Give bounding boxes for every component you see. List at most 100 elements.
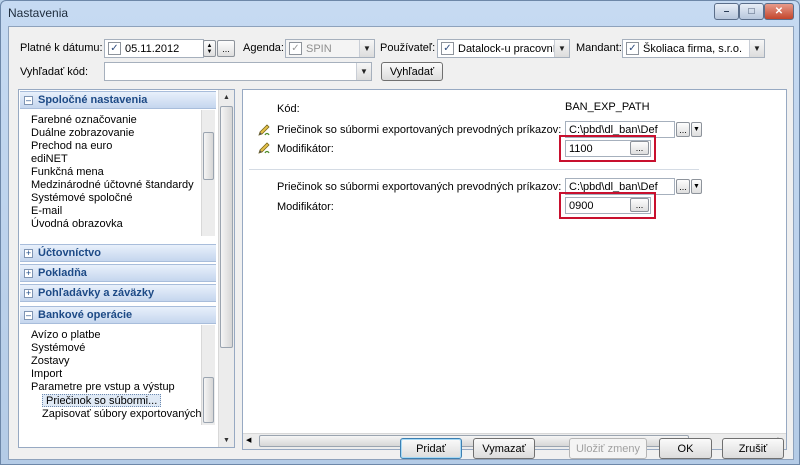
mandant-checkbox[interactable]: ✓	[626, 42, 639, 55]
section-receivables[interactable]: + Pohľadávky a záväzky	[20, 284, 216, 302]
common-list-scrollbar[interactable]	[201, 110, 215, 236]
edit-pencil-icon	[258, 142, 270, 154]
list-item[interactable]: Systémové	[31, 342, 85, 355]
scroll-left-icon[interactable]: ◀	[246, 436, 251, 444]
maximize-button[interactable]: □	[739, 3, 764, 20]
mandant-value: Školiaca firma, s.r.o.	[643, 42, 743, 55]
title-bar: Nastavenia – □ ✕	[1, 1, 799, 25]
user-value: Datalock-u pracovník	[458, 42, 562, 55]
spin-down-icon: ▼	[206, 48, 213, 55]
list-item[interactable]: ediNET	[31, 153, 68, 166]
settings-window: Nastavenia – □ ✕ Platné k dátumu: ✓ 05.1…	[0, 0, 800, 465]
settings-tree: – Spoločné nastavenia Farebné označovani…	[18, 89, 235, 448]
search-code-label: Vyhľadať kód:	[20, 66, 89, 78]
scroll-up-icon[interactable]: ▲	[219, 90, 234, 104]
tree-scrollbar[interactable]: ▲ ▼	[218, 90, 234, 447]
list-item[interactable]: Import	[31, 368, 62, 381]
section-label: Pokladňa	[38, 267, 87, 279]
user-checkbox[interactable]: ✓	[441, 42, 454, 55]
mandant-dropdown[interactable]: ✓ Školiaca firma, s.r.o. ▼	[622, 39, 765, 58]
chevron-down-icon: ▼	[693, 126, 700, 133]
list-item[interactable]: Funkčná mena	[31, 166, 104, 179]
collapse-icon: –	[24, 95, 33, 105]
valid-date-field[interactable]: ✓ 05.11.2012	[104, 39, 204, 58]
section-label: Bankové operácie	[38, 309, 133, 321]
list-item[interactable]: Úvodná obrazovka	[31, 218, 123, 231]
list-item[interactable]: E-mail	[31, 205, 62, 218]
section-common[interactable]: – Spoločné nastavenia	[20, 91, 216, 109]
expand-icon: +	[24, 248, 33, 258]
folder-browse-button[interactable]: ...	[676, 122, 690, 137]
list-item[interactable]: Duálne zobrazovanie	[31, 127, 134, 140]
section-accounting[interactable]: + Účtovníctvo	[20, 244, 216, 262]
scroll-down-icon[interactable]: ▼	[219, 433, 234, 447]
ellipsis-icon: ...	[222, 43, 230, 54]
agenda-value: SPIN	[306, 42, 332, 55]
chevron-down-icon: ▼	[554, 40, 569, 57]
minimize-icon: –	[723, 6, 730, 17]
section-label: Pohľadávky a záväzky	[38, 287, 155, 299]
valid-date-checkbox[interactable]: ✓	[108, 42, 121, 55]
close-icon: ✕	[774, 6, 784, 17]
maximize-icon: □	[748, 6, 755, 17]
folder-label: Priečinok so súbormi exportovaných prevo…	[277, 124, 562, 136]
scroll-thumb[interactable]	[220, 106, 233, 348]
edit-pencil-icon	[258, 124, 270, 136]
list-item[interactable]: Systémové spoločné	[31, 192, 133, 205]
mandant-label: Mandant:	[576, 42, 622, 54]
list-item[interactable]: Farebné označovanie	[31, 114, 137, 127]
folder-dropdown-button[interactable]: ▼	[691, 122, 702, 137]
search-button[interactable]: Vyhľadať	[381, 62, 443, 81]
chevron-down-icon: ▼	[359, 40, 374, 57]
agenda-dropdown[interactable]: ✓ SPIN ▼	[285, 39, 375, 58]
folder-label: Priečinok so súbormi exportovaných prevo…	[277, 181, 562, 193]
bank-list-scrollbar[interactable]	[201, 325, 215, 425]
section-label: Účtovníctvo	[38, 247, 101, 259]
date-spinner[interactable]: ▲ ▼	[203, 40, 216, 57]
add-button[interactable]: Pridať	[400, 438, 462, 459]
expand-icon: +	[24, 268, 33, 278]
expand-icon: +	[24, 288, 33, 298]
folder-value: C:\pbd\dl_ban\Def	[569, 123, 658, 136]
window-title: Nastavenia	[8, 6, 69, 20]
minimize-button[interactable]: –	[714, 3, 739, 20]
folder-value: C:\pbd\dl_ban\Def	[569, 180, 658, 193]
user-dropdown[interactable]: ✓ Datalock-u pracovník ▼	[437, 39, 570, 58]
modifier-label: Modifikátor:	[277, 143, 334, 155]
highlight-box	[559, 192, 656, 219]
collapse-icon: –	[24, 310, 33, 320]
code-label: Kód:	[277, 103, 300, 115]
ok-button[interactable]: OK	[659, 438, 712, 459]
list-item-selected[interactable]: Priečinok so súbormi...	[42, 394, 162, 407]
list-item[interactable]: Avízo o platbe	[31, 329, 101, 342]
settings-detail: Kód: BAN_EXP_PATH Priečinok so súbormi e…	[242, 89, 787, 450]
list-item[interactable]: Prechod na euro	[31, 140, 112, 153]
agenda-checkbox[interactable]: ✓	[289, 42, 302, 55]
section-label: Spoločné nastavenia	[38, 94, 148, 106]
list-item[interactable]: Medzinárodné účtovné štandardy	[31, 179, 194, 192]
client-area: Platné k dátumu: ✓ 05.11.2012 ▲ ▼ ... Ag…	[8, 26, 794, 460]
chevron-down-icon: ▼	[356, 63, 371, 80]
close-button[interactable]: ✕	[764, 3, 794, 20]
code-value: BAN_EXP_PATH	[565, 101, 650, 113]
folder-browse-button[interactable]: ...	[676, 179, 690, 194]
section-cash[interactable]: + Pokladňa	[20, 264, 216, 282]
agenda-label: Agenda:	[243, 42, 284, 54]
valid-date-value: 05.11.2012	[125, 42, 180, 55]
cancel-button[interactable]: Zrušiť	[722, 438, 784, 459]
highlight-box	[559, 135, 656, 162]
scroll-thumb[interactable]	[203, 132, 214, 180]
chevron-down-icon: ▼	[693, 183, 700, 190]
chevron-down-icon: ▼	[749, 40, 764, 57]
list-item[interactable]: Parametre pre vstup a výstup	[31, 381, 175, 394]
save-changes-button[interactable]: Uložiť zmeny	[569, 438, 647, 459]
list-item[interactable]: Zapisovať súbory exportovaných...	[42, 408, 211, 421]
delete-button[interactable]: Vymazať	[473, 438, 535, 459]
divider	[249, 169, 699, 170]
section-bank-operations[interactable]: – Bankové operácie	[20, 306, 216, 324]
date-picker-button[interactable]: ...	[217, 40, 235, 57]
scroll-thumb[interactable]	[203, 377, 214, 423]
search-code-input[interactable]: ▼	[104, 62, 372, 81]
folder-dropdown-button[interactable]: ▼	[691, 179, 702, 194]
list-item[interactable]: Zostavy	[31, 355, 70, 368]
